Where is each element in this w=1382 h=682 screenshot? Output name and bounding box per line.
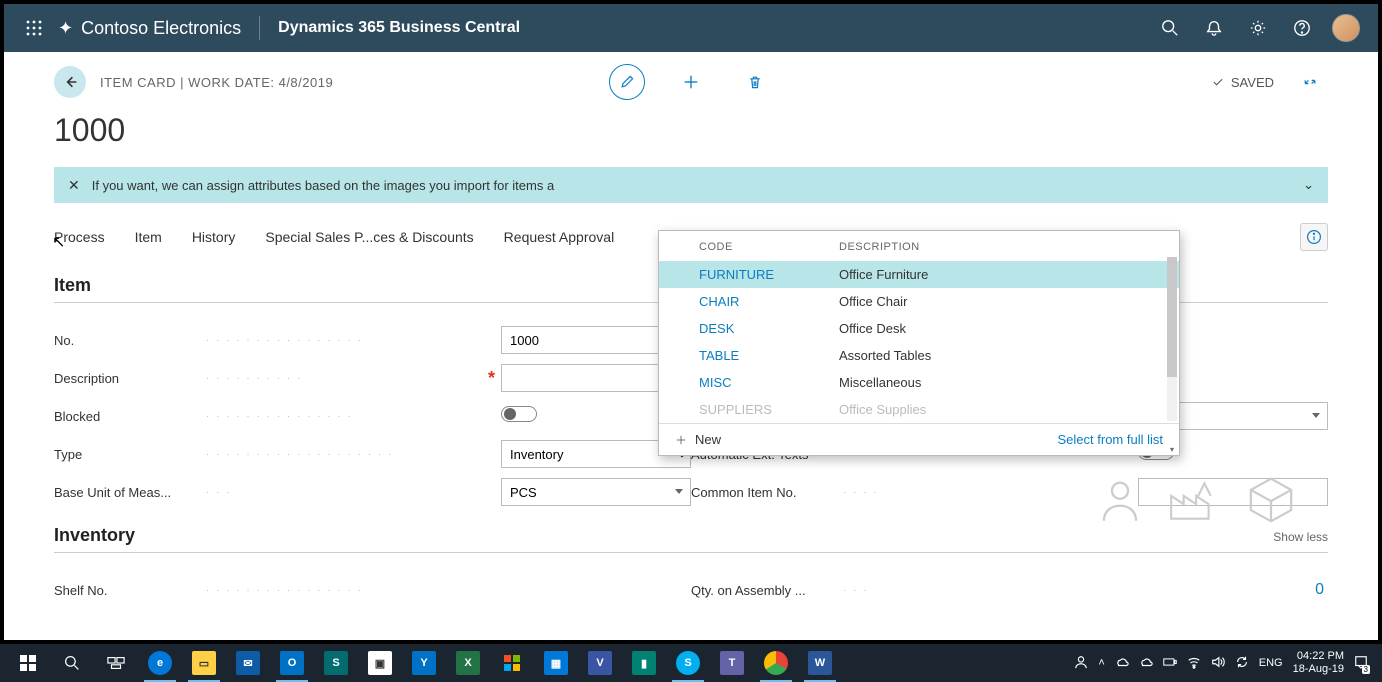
tray-volume-icon[interactable] (1211, 655, 1225, 672)
taskbar-word[interactable]: W (798, 644, 842, 682)
qtyasm-label: Qty. on Assembly ... (691, 583, 841, 598)
search-icon[interactable] (1148, 4, 1192, 52)
action-history[interactable]: History (192, 229, 236, 245)
delete-button[interactable] (737, 64, 773, 100)
section-inventory-header[interactable]: Inventory Show less (54, 525, 1328, 553)
taskbar-yammer[interactable]: Y (402, 644, 446, 682)
taskbar-ms[interactable] (490, 644, 534, 682)
category-dropdown: CODE DESCRIPTION FURNITUREOffice Furnitu… (658, 230, 1180, 456)
info-icon[interactable] (1300, 223, 1328, 251)
notification-banner: ✕ If you want, we can assign attributes … (54, 167, 1328, 203)
factbox-placeholder (1068, 472, 1328, 528)
dd-row[interactable]: DESKOffice Desk (659, 315, 1179, 342)
person-icon (1097, 477, 1143, 523)
scroll-down-icon[interactable]: ▾ (1167, 445, 1177, 455)
taskbar-calendar[interactable]: ▦ (534, 644, 578, 682)
product-name: Dynamics 365 Business Central (278, 19, 520, 37)
taskbar-mail[interactable]: ✉ (226, 644, 270, 682)
taskbar-dynamics[interactable]: ▮ (622, 644, 666, 682)
start-button[interactable] (6, 644, 50, 682)
dd-row[interactable]: TABLEAssorted Tables (659, 342, 1179, 369)
tray-lang[interactable]: ENG (1259, 657, 1283, 669)
buom-input[interactable] (501, 478, 691, 506)
chevron-down-icon[interactable]: ⌄ (1303, 177, 1314, 193)
taskbar-skype[interactable]: S (666, 644, 710, 682)
common-label: Common Item No. (691, 485, 841, 500)
taskbar-excel[interactable]: X (446, 644, 490, 682)
tray-onedrive2-icon[interactable] (1139, 655, 1153, 672)
buom-label: Base Unit of Meas... (54, 485, 204, 500)
taskbar-outlook[interactable]: O (270, 644, 314, 682)
brand-logo-icon: ✦ (58, 18, 73, 39)
qtyasm-value[interactable]: 0 (1138, 576, 1328, 604)
dd-head-desc: DESCRIPTION (839, 241, 920, 253)
back-button[interactable] (54, 66, 86, 98)
tray-clock[interactable]: 04:22 PM 18-Aug-19 (1293, 650, 1344, 676)
page-title: 1000 (54, 112, 1328, 149)
notification-text: If you want, we can assign attributes ba… (92, 178, 554, 193)
blocked-label: Blocked (54, 409, 204, 424)
close-icon[interactable]: ✕ (68, 177, 80, 194)
dd-row[interactable]: FURNITUREOffice Furniture (659, 261, 1179, 288)
divider (259, 16, 260, 40)
collapse-icon[interactable] (1292, 64, 1328, 100)
taskbar-visio[interactable]: V (578, 644, 622, 682)
brand-name: Contoso Electronics (81, 18, 241, 39)
tray-notifications-icon[interactable]: 3 (1354, 655, 1368, 672)
type-label: Type (54, 447, 204, 462)
help-icon[interactable] (1280, 4, 1324, 52)
blocked-toggle[interactable] (501, 406, 537, 422)
saved-indicator: SAVED (1211, 75, 1274, 90)
action-process[interactable]: Process (54, 229, 105, 245)
taskbar-search-icon[interactable] (50, 644, 94, 682)
taskbar-teams[interactable]: T (710, 644, 754, 682)
show-less-link[interactable]: Show less (1273, 530, 1328, 544)
bell-icon[interactable] (1192, 4, 1236, 52)
shelf-label: Shelf No. (54, 583, 204, 598)
description-label: Description (54, 371, 204, 386)
tray-onedrive-icon[interactable] (1115, 655, 1129, 672)
factory-icon (1167, 477, 1219, 523)
dd-row[interactable]: SUPPLIERSOffice Supplies (659, 396, 1179, 423)
tray-sync-icon[interactable] (1235, 655, 1249, 672)
action-special-sales[interactable]: Special Sales P...ces & Discounts (265, 229, 473, 245)
scrollbar[interactable] (1167, 257, 1177, 421)
windows-taskbar: e ▭ ✉ O S ▣ Y X ▦ V ▮ S T W ˄ ENG 04:22 … (0, 644, 1382, 682)
dd-row[interactable]: MISCMiscellaneous (659, 369, 1179, 396)
breadcrumb: ITEM CARD | WORK DATE: 4/8/2019 (100, 75, 333, 90)
edit-button[interactable] (609, 64, 645, 100)
taskbar-explorer[interactable]: ▭ (182, 644, 226, 682)
taskbar-chrome[interactable] (754, 644, 798, 682)
taskbar-store[interactable]: ▣ (358, 644, 402, 682)
taskbar-edge[interactable]: e (138, 644, 182, 682)
tray-wifi-icon[interactable] (1187, 655, 1201, 672)
task-view-icon[interactable] (94, 644, 138, 682)
tray-people-icon[interactable] (1074, 655, 1088, 672)
no-label: No. (54, 333, 204, 348)
tray-battery-icon[interactable] (1163, 655, 1177, 672)
dd-new-button[interactable]: New (675, 432, 721, 447)
tray-chevron-up-icon[interactable]: ˄ (1098, 657, 1104, 669)
dd-head-code: CODE (699, 241, 839, 253)
dd-full-list-link[interactable]: Select from full list (1058, 432, 1163, 447)
required-icon: * (488, 368, 495, 389)
dd-row[interactable]: CHAIROffice Chair (659, 288, 1179, 315)
cube-icon (1243, 472, 1299, 528)
new-button[interactable] (673, 64, 709, 100)
gear-icon[interactable] (1236, 4, 1280, 52)
avatar[interactable] (1332, 14, 1360, 42)
app-launcher-icon[interactable] (14, 20, 54, 36)
action-item[interactable]: Item (135, 229, 162, 245)
taskbar-sharepoint[interactable]: S (314, 644, 358, 682)
action-request-approval[interactable]: Request Approval (504, 229, 615, 245)
